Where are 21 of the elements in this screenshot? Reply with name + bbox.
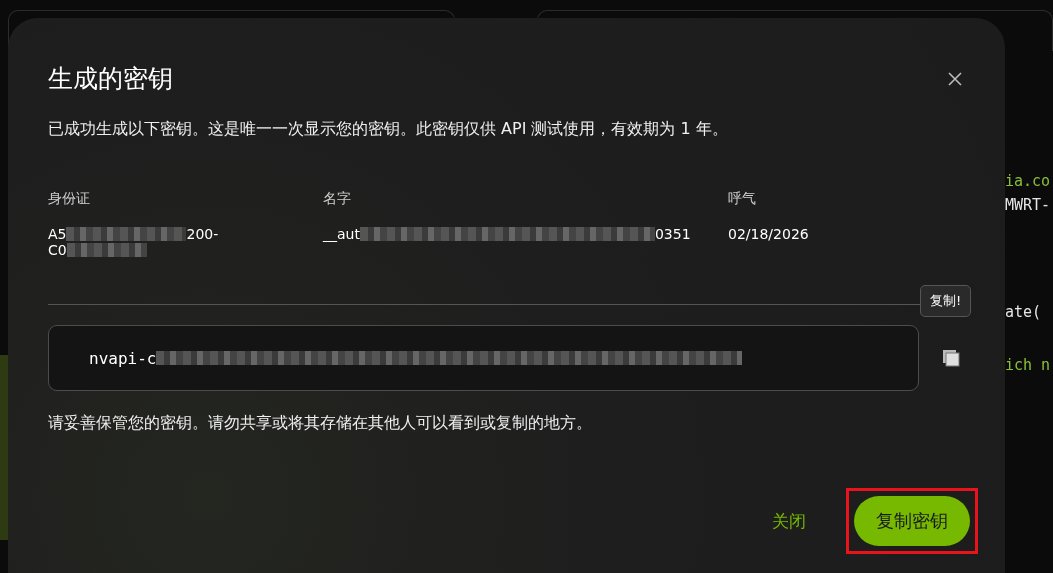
value-text: C0 <box>48 242 67 258</box>
column-label: 身份证 <box>48 190 91 208</box>
value-text: 02/18/2026 <box>728 226 809 242</box>
value-text: A5 <box>48 226 67 242</box>
code-text: MWRT- <box>1005 196 1051 216</box>
code-text: ate( <box>1005 303 1043 323</box>
code-text: ich n <box>1005 356 1051 376</box>
dialog-title: 生成的密钥 <box>48 63 173 95</box>
column-label: 名字 <box>323 190 352 208</box>
api-key-field[interactable]: nvapi-c <box>48 325 919 391</box>
value-text: __aut <box>323 226 360 242</box>
description-text: 已成功生成以下密钥。这是唯一一次显示您的密钥。此密钥仅供 API 测试使用，有效期为 1 年。 <box>48 119 729 140</box>
copy-key-button[interactable]: 复制密钥 <box>854 496 970 546</box>
value-text: nvapi-c <box>89 348 157 368</box>
column-label: 呼气 <box>728 190 757 208</box>
value-text: 200- <box>186 226 219 242</box>
code-text: ia.co <box>1005 172 1051 192</box>
tooltip: 复制! <box>920 285 972 317</box>
value-text: 0351 <box>654 226 691 242</box>
note-text: 请妥善保管您的密钥。请勿共享或将其存储在其他人可以看到或复制的地方。 <box>48 413 593 434</box>
close-link[interactable]: 关闭 <box>768 505 810 537</box>
